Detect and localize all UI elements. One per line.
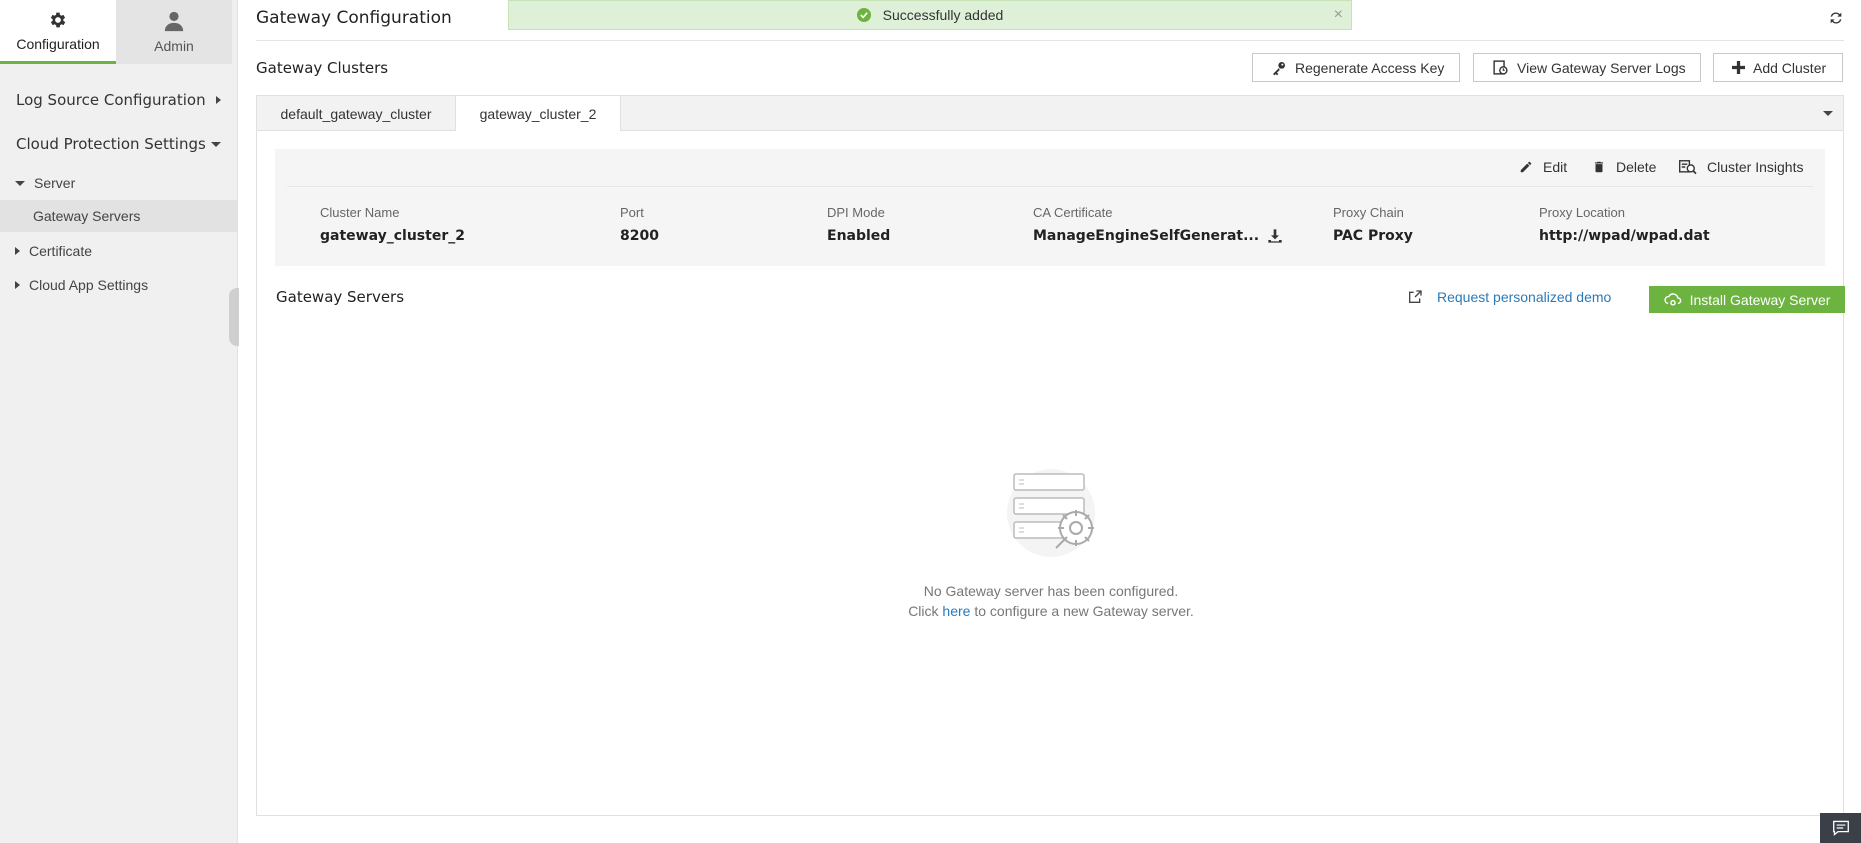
view-gateway-logs-label: View Gateway Server Logs — [1517, 59, 1686, 76]
regenerate-access-key-label: Regenerate Access Key — [1295, 59, 1445, 76]
caret-down-icon — [211, 141, 221, 147]
cluster-panel: Edit Delete Cluster Insights Cluster Nam… — [256, 131, 1845, 816]
tab-gateway-cluster-2[interactable]: gateway_cluster_2 — [455, 96, 621, 131]
refresh-button[interactable] — [1828, 10, 1844, 31]
clusters-title: Gateway Clusters — [256, 59, 389, 77]
check-circle-icon — [856, 8, 871, 22]
chat-icon — [1832, 820, 1849, 836]
field-ca-certificate: CA Certificate ManageEngineSelfGenerat..… — [1033, 205, 1283, 244]
field-label: DPI Mode — [827, 205, 885, 220]
toast-message: Successfully added — [882, 7, 1004, 23]
field-value: gateway_cluster_2 — [320, 228, 465, 244]
edit-label: Edit — [1543, 159, 1568, 175]
delete-button[interactable]: Delete — [1592, 159, 1656, 175]
tab-configuration-label: Configuration — [16, 35, 100, 52]
refresh-icon — [1830, 12, 1842, 24]
download-icon[interactable] — [1267, 228, 1283, 244]
field-value: 8200 — [620, 228, 659, 244]
sidebar-item-label: Certificate — [29, 243, 93, 259]
edit-button[interactable]: Edit — [1519, 159, 1567, 175]
field-port: Port 8200 — [620, 205, 659, 244]
user-icon — [164, 11, 184, 32]
sidebar-item-certificate[interactable]: Certificate — [0, 234, 237, 268]
install-gateway-server-label: Install Gateway Server — [1689, 291, 1831, 308]
sidebar-item-label: Server — [34, 175, 76, 191]
empty-line-2: Click here to configure a new Gateway se… — [257, 601, 1845, 621]
regenerate-access-key-button[interactable]: Regenerate Access Key — [1252, 53, 1460, 82]
chat-button[interactable] — [1820, 813, 1861, 843]
tab-configuration[interactable]: Configuration — [0, 0, 116, 64]
field-proxy-chain: Proxy Chain PAC Proxy — [1333, 205, 1413, 244]
sidebar-section-label: Cloud Protection Settings — [16, 135, 206, 153]
caret-down-icon — [15, 180, 25, 186]
configure-here-link[interactable]: here — [942, 603, 970, 619]
server-gear-illustration — [996, 466, 1106, 571]
request-demo-label: Request personalized demo — [1437, 289, 1612, 305]
field-label: Cluster Name — [320, 205, 400, 220]
caret-right-icon — [15, 247, 20, 255]
empty-click-text: Click — [908, 603, 939, 619]
field-dpi-mode: DPI Mode Enabled — [827, 205, 890, 244]
caret-right-icon — [15, 281, 20, 289]
field-value: Enabled — [827, 228, 891, 244]
logs-icon — [1493, 60, 1508, 75]
cluster-tabs: default_gateway_cluster gateway_cluster_… — [256, 95, 1844, 131]
tab-label: default_gateway_cluster — [280, 105, 432, 122]
cluster-insights-label: Cluster Insights — [1707, 159, 1804, 175]
tabs-dropdown-icon[interactable] — [1823, 111, 1833, 116]
key-icon — [1273, 61, 1285, 75]
main-content: Gateway Configuration Successfully added… — [238, 0, 1861, 843]
tab-admin-label: Admin — [154, 38, 194, 54]
delete-label: Delete — [1616, 159, 1657, 175]
field-value: PAC Proxy — [1333, 228, 1413, 244]
field-label: Port — [620, 205, 644, 220]
field-cluster-name: Cluster Name gateway_cluster_2 — [320, 205, 465, 244]
top-tabs: Configuration Admin — [0, 0, 237, 64]
page-title: Gateway Configuration — [256, 8, 452, 28]
field-value: http://wpad/wpad.dat — [1539, 228, 1710, 244]
cluster-details-card: Edit Delete Cluster Insights Cluster Nam… — [275, 149, 1825, 266]
tab-admin[interactable]: Admin — [116, 0, 232, 64]
field-label: Proxy Location — [1539, 205, 1625, 220]
add-cluster-label: Add Cluster — [1753, 59, 1827, 76]
cloud-gear-icon — [1663, 292, 1681, 306]
insights-icon — [1679, 160, 1697, 175]
close-icon[interactable]: × — [1334, 6, 1343, 24]
field-label: Proxy Chain — [1333, 205, 1404, 220]
request-demo-link[interactable]: Request personalized demo — [1407, 289, 1611, 305]
sidebar: Configuration Admin Log Source Configura… — [0, 0, 239, 843]
gear-icon — [50, 12, 66, 27]
card-actions: Edit Delete Cluster Insights — [287, 149, 1813, 187]
field-proxy-location: Proxy Location http://wpad/wpad.dat — [1539, 205, 1710, 244]
empty-line-1: No Gateway server has been configured. — [923, 583, 1179, 599]
caret-right-icon — [216, 96, 221, 104]
field-label: CA Certificate — [1033, 205, 1113, 220]
sidebar-section-log-source[interactable]: Log Source Configuration — [0, 78, 237, 122]
servers-title: Gateway Servers — [276, 288, 405, 306]
tab-label: gateway_cluster_2 — [479, 105, 597, 122]
sidebar-item-label: Cloud App Settings — [29, 277, 149, 293]
field-value: ManageEngineSelfGenerat... — [1033, 228, 1260, 244]
external-link-icon — [1409, 290, 1422, 303]
trash-icon — [1594, 161, 1604, 173]
sidebar-item-label: Gateway Servers — [33, 208, 141, 224]
sidebar-item-gateway-servers[interactable]: Gateway Servers — [0, 200, 237, 232]
tab-default-gateway-cluster[interactable]: default_gateway_cluster — [257, 96, 455, 131]
plus-icon — [1732, 61, 1745, 74]
add-cluster-button[interactable]: Add Cluster — [1713, 53, 1843, 82]
sidebar-item-cloud-app-settings[interactable]: Cloud App Settings — [0, 268, 237, 302]
sidebar-section-cloud-protection[interactable]: Cloud Protection Settings — [0, 122, 237, 166]
cluster-insights-button[interactable]: Cluster Insights — [1679, 159, 1803, 175]
sidebar-item-server[interactable]: Server — [0, 166, 237, 200]
empty-rest-text: to configure a new Gateway server. — [974, 603, 1194, 619]
empty-state-message: No Gateway server has been configured. C… — [257, 581, 1845, 621]
success-toast: Successfully added × — [508, 0, 1352, 30]
install-gateway-server-button[interactable]: Install Gateway Server — [1649, 286, 1845, 313]
view-gateway-logs-button[interactable]: View Gateway Server Logs — [1473, 53, 1701, 82]
sidebar-section-label: Log Source Configuration — [16, 91, 206, 109]
pencil-icon — [1520, 161, 1532, 173]
empty-state: No Gateway server has been configured. C… — [257, 466, 1845, 621]
sidebar-nav: Log Source Configuration Cloud Protectio… — [0, 78, 237, 302]
